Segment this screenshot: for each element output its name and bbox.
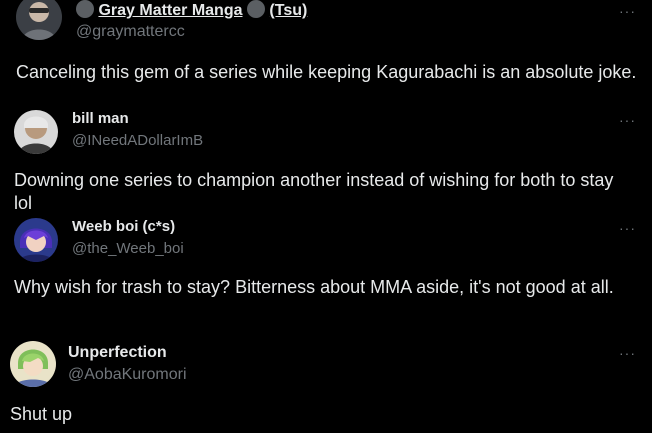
more-options-icon[interactable]: ··· [619,221,636,235]
post-text: Downing one series to champion another i… [14,170,614,213]
reply-post-4[interactable]: Unperfection @AobaKuromori ··· Shut up [0,336,652,433]
avatar-image [16,0,62,40]
handle[interactable]: @AobaKuromori [68,366,187,384]
circle-icon [76,0,94,18]
display-name-part2: (Tsu) [269,2,308,19]
display-name[interactable]: Gray Matter Manga (Tsu) [76,0,307,20]
post-text: Canceling this gem of a series while kee… [16,62,637,82]
avatar[interactable] [14,110,58,154]
avatar-image [14,110,58,154]
handle[interactable]: @graymattercc [76,23,185,41]
avatar-image [10,341,56,387]
avatar-image [14,218,58,262]
circle-icon [246,0,265,18]
avatar[interactable] [14,218,58,262]
display-name[interactable]: Weeb boi (c*s) [72,218,175,235]
more-options-icon[interactable]: ··· [619,4,636,18]
avatar[interactable] [10,341,56,387]
reply-post-3[interactable]: Weeb boi (c*s) @the_Weeb_boi ··· Why wis… [0,214,652,336]
reply-post-2[interactable]: bill man @INeedADollarImB ··· Downing on… [0,108,652,214]
handle[interactable]: @the_Weeb_boi [72,240,184,257]
display-name[interactable]: bill man [72,110,129,127]
display-name[interactable]: Unperfection [68,344,167,362]
reply-post-1[interactable]: Gray Matter Manga (Tsu) @graymattercc ··… [0,0,652,108]
display-name-part1: Gray Matter Manga [98,2,243,19]
more-options-icon[interactable]: ··· [619,346,636,360]
post-text: Shut up [10,404,73,424]
avatar[interactable] [16,0,62,40]
more-options-icon[interactable]: ··· [619,113,636,127]
post-text: Why wish for trash to stay? Bitterness a… [14,277,614,297]
handle[interactable]: @INeedADollarImB [72,132,203,149]
